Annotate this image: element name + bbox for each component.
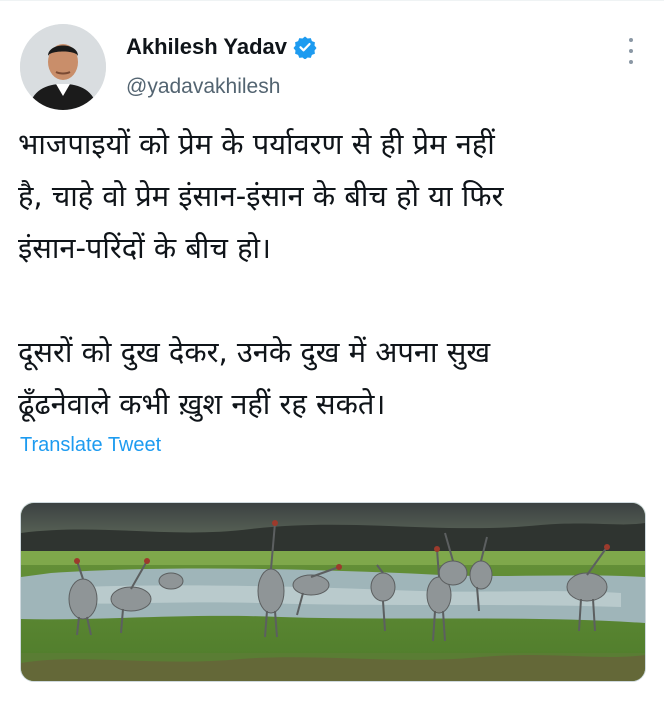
cranes-wetland-photo bbox=[21, 503, 645, 681]
verified-badge-icon bbox=[293, 36, 317, 59]
avatar[interactable] bbox=[20, 24, 106, 110]
author-handle[interactable]: @yadavakhilesh bbox=[126, 75, 280, 99]
more-options-icon[interactable] bbox=[620, 38, 642, 64]
tweet-media-image[interactable] bbox=[20, 502, 646, 682]
more-dot bbox=[629, 38, 633, 42]
translate-tweet-link[interactable]: Translate Tweet bbox=[20, 434, 161, 457]
more-dot bbox=[629, 49, 633, 53]
author-name[interactable]: Akhilesh Yadav bbox=[126, 34, 287, 60]
avatar-image bbox=[20, 24, 106, 110]
tweet-text: भाजपाइयों को प्रेम के पर्यावरण से ही प्र… bbox=[18, 127, 504, 421]
more-dot bbox=[629, 60, 633, 64]
top-divider bbox=[0, 0, 664, 1]
author-row: Akhilesh Yadav bbox=[126, 34, 317, 60]
